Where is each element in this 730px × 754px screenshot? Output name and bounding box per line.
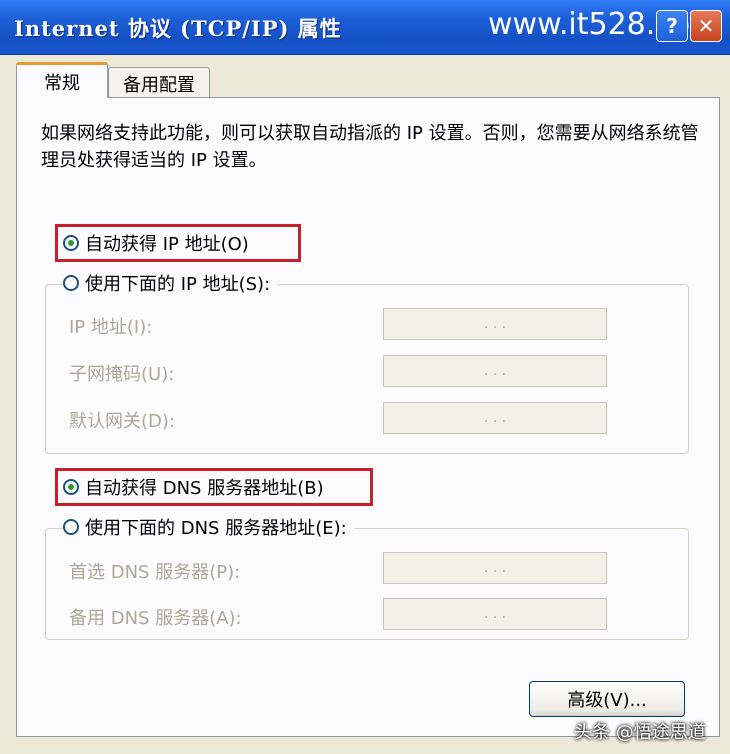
description-text: 如果网络支持此功能，则可以获取自动指派的 IP 设置。否则，您需要从网络系统管理…: [41, 123, 699, 171]
preferred-dns-label: 首选 DNS 服务器(P):: [69, 562, 241, 583]
dns-manual-radio-row[interactable]: 使用下面的 DNS 服务器地址(E):: [63, 514, 355, 540]
ip-manual-radio-row[interactable]: 使用下面的 IP 地址(S):: [63, 270, 279, 296]
ip-address-label: IP 地址(I):: [69, 317, 153, 338]
window-title: Internet 协议 (TCP/IP) 属性: [14, 16, 342, 41]
ip-manual-radio[interactable]: [63, 275, 79, 291]
ip-address-input[interactable]: . . .: [383, 308, 607, 340]
preferred-dns-input[interactable]: . . .: [383, 552, 607, 584]
dns-auto-label: 自动获得 DNS 服务器地址(B): [85, 478, 324, 499]
close-icon: ✕: [697, 14, 715, 38]
ip-auto-label: 自动获得 IP 地址(O): [85, 234, 249, 255]
alternate-dns-input[interactable]: . . .: [383, 598, 607, 630]
tab-general[interactable]: 常规: [16, 62, 108, 98]
advanced-button[interactable]: 高级(V)...: [529, 681, 685, 717]
subnet-mask-label: 子网掩码(U):: [69, 364, 175, 385]
alternate-dns-label: 备用 DNS 服务器(A):: [69, 608, 242, 629]
ip-manual-label: 使用下面的 IP 地址(S):: [85, 274, 271, 295]
general-tab-panel: 如果网络支持此功能，则可以获取自动指派的 IP 设置。否则，您需要从网络系统管理…: [16, 97, 720, 737]
help-icon: ?: [666, 14, 678, 38]
close-button[interactable]: ✕: [690, 10, 722, 42]
ip-auto-radio[interactable]: [63, 235, 79, 251]
subnet-mask-input[interactable]: . . .: [383, 355, 607, 387]
dns-auto-radio-row[interactable]: 自动获得 DNS 服务器地址(B): [63, 474, 324, 500]
title-bar: Internet 协议 (TCP/IP) 属性 www.it528.com ? …: [0, 0, 730, 55]
footer-watermark: 头条 @悟途思道: [574, 722, 706, 743]
dns-manual-label: 使用下面的 DNS 服务器地址(E):: [85, 518, 347, 539]
dns-auto-radio[interactable]: [63, 479, 79, 495]
default-gateway-input[interactable]: . . .: [383, 402, 607, 434]
help-button[interactable]: ?: [656, 10, 688, 42]
default-gateway-label: 默认网关(D):: [69, 411, 175, 432]
tab-alternate-configuration[interactable]: 备用配置: [108, 67, 210, 99]
ip-auto-radio-row[interactable]: 自动获得 IP 地址(O): [63, 230, 249, 256]
dns-manual-radio[interactable]: [63, 519, 79, 535]
